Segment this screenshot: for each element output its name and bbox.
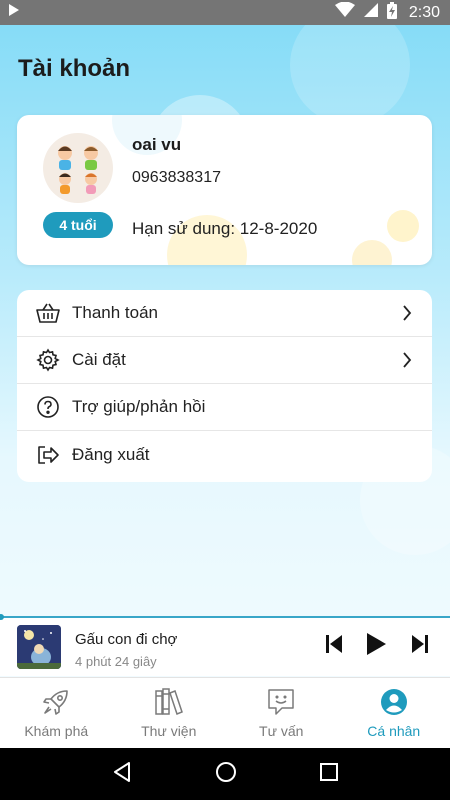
tab-label: Cá nhân (367, 723, 421, 739)
help-icon (35, 394, 61, 420)
chevron-right-icon (402, 304, 412, 327)
recents-icon[interactable] (320, 762, 339, 786)
status-time: 2:30 (408, 3, 440, 21)
subscription-expiry: Hạn sử dung: 12-8-2020 (132, 219, 318, 238)
menu-item-help[interactable]: Trợ giúp/phản hồi (17, 384, 432, 431)
play-button[interactable] (365, 632, 387, 661)
status-icons: 2:30 (334, 1, 440, 24)
tab-consult[interactable]: Tư vấn (225, 678, 338, 748)
track-duration: 4 phút 24 giây (75, 654, 157, 669)
age-badge: 4 tuổi (43, 212, 113, 238)
wifi-icon (334, 1, 355, 23)
menu-item-settings[interactable]: Cài đặt (17, 337, 432, 384)
logout-icon (35, 442, 61, 468)
avatar[interactable] (43, 133, 113, 203)
bottom-tab-bar: Khám phá Thư viện Tư vấn Cá nhân (0, 677, 450, 748)
menu-item-logout[interactable]: Đăng xuất (17, 431, 432, 478)
books-icon (154, 687, 184, 717)
page-title: Tài khoản (18, 55, 131, 82)
tab-label: Thư viện (141, 723, 197, 739)
profile-card[interactable]: 4 tuổi oai vu 0963838317 Hạn sử dung: 12… (17, 115, 432, 265)
chat-icon (267, 687, 295, 717)
skip-next-icon[interactable] (411, 634, 429, 659)
battery-charging-icon (386, 1, 397, 24)
home-icon[interactable] (215, 761, 237, 788)
track-thumbnail (17, 625, 61, 669)
progress-indicator[interactable] (0, 614, 4, 620)
menu-item-label: Trợ giúp/phản hồi (72, 397, 206, 416)
account-menu: Thanh toán Cài đặt Trợ giúp/phản hồi Đăn… (17, 290, 432, 482)
skip-previous-icon[interactable] (325, 634, 343, 659)
tab-profile[interactable]: Cá nhân (338, 678, 450, 748)
play-icon (8, 3, 20, 22)
user-name: oai vu (132, 135, 182, 154)
system-nav-bar (0, 748, 450, 800)
gear-icon (35, 347, 61, 373)
tab-label: Tư vấn (259, 723, 304, 739)
decor-bubble (352, 240, 392, 265)
person-icon (380, 687, 408, 717)
menu-item-label: Cài đặt (72, 350, 126, 369)
menu-item-label: Thanh toán (72, 303, 159, 322)
mini-player[interactable]: Gấu con đi chợ 4 phút 24 giây (0, 614, 450, 676)
user-phone: 0963838317 (132, 169, 221, 186)
menu-item-payment[interactable]: Thanh toán (17, 290, 432, 337)
track-title: Gấu con đi chợ (75, 631, 178, 648)
decor-bubble (387, 210, 419, 242)
back-icon[interactable] (112, 761, 132, 788)
tab-library[interactable]: Thư viện (113, 678, 226, 748)
status-bar: 2:30 (0, 0, 450, 25)
signal-icon (363, 2, 379, 23)
tab-explore[interactable]: Khám phá (0, 678, 113, 748)
chevron-right-icon (402, 351, 412, 374)
basket-icon (35, 300, 61, 326)
tab-label: Khám phá (24, 723, 89, 739)
app-screen: Tài khoản 4 tuổi oai vu 0963838317 Hạn s… (0, 25, 450, 748)
decor-bubble (290, 25, 410, 125)
rocket-icon (41, 687, 71, 717)
menu-item-label: Đăng xuất (72, 444, 150, 464)
